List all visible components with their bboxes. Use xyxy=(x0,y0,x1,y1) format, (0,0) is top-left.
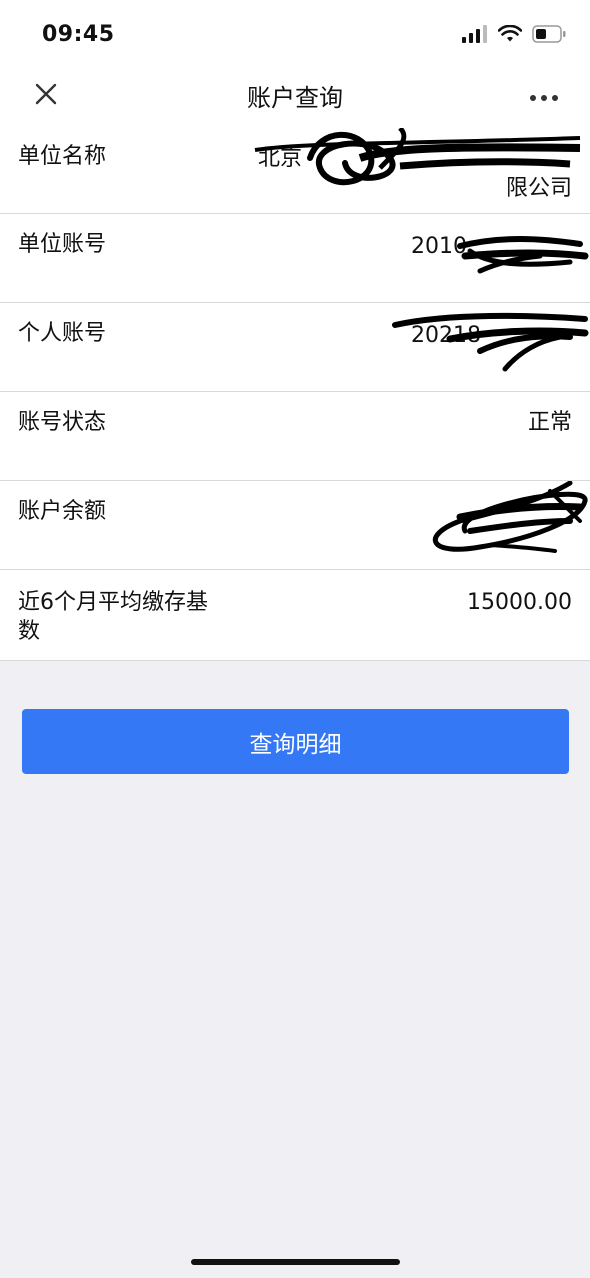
company-name-label: 单位名称 xyxy=(18,144,107,169)
redaction-scribble xyxy=(433,481,588,553)
status-icons xyxy=(462,24,566,48)
company-name-value-line1: 北京 xyxy=(258,146,303,171)
row-account-balance: 账户余额 xyxy=(0,481,590,570)
account-status-label: 账号状态 xyxy=(18,410,107,435)
row-average-deposit-base: 近6个月平均缴存基 数 15000.00 xyxy=(0,570,590,661)
row-company-account: 单位账号 2010 xyxy=(0,214,590,303)
more-button[interactable] xyxy=(526,80,562,112)
query-details-button[interactable]: 查询明细 xyxy=(22,709,569,774)
average-deposit-base-value: 15000.00 xyxy=(467,590,572,615)
row-personal-account: 个人账号 20218 xyxy=(0,303,590,392)
home-indicator xyxy=(191,1259,400,1265)
company-name-value-line2: 限公司 xyxy=(505,176,572,201)
status-time: 09:45 xyxy=(42,22,115,47)
account-info-list: 单位名称 北京 限公司 单位账号 2010 个人账号 20218 账号状态 正常… xyxy=(0,128,590,661)
wifi-icon xyxy=(497,24,523,47)
personal-account-value: 20218 xyxy=(411,323,481,348)
account-balance-label: 账户余额 xyxy=(18,499,107,524)
personal-account-label: 个人账号 xyxy=(18,321,107,346)
average-deposit-base-label-line1: 近6个月平均缴存基 xyxy=(18,590,208,615)
cellular-signal-icon xyxy=(462,25,488,47)
account-status-value: 正常 xyxy=(527,410,572,435)
company-account-label: 单位账号 xyxy=(18,232,107,257)
company-account-value: 2010 xyxy=(411,234,467,259)
row-company-name: 单位名称 北京 限公司 xyxy=(0,128,590,214)
average-deposit-base-label-line2: 数 xyxy=(18,619,41,644)
battery-icon xyxy=(532,25,566,47)
page-title: 账户查询 xyxy=(247,84,343,112)
more-icon xyxy=(529,87,559,106)
nav-bar: 账户查询 xyxy=(0,66,590,128)
status-bar: 09:45 xyxy=(0,0,590,66)
row-account-status: 账号状态 正常 xyxy=(0,392,590,481)
